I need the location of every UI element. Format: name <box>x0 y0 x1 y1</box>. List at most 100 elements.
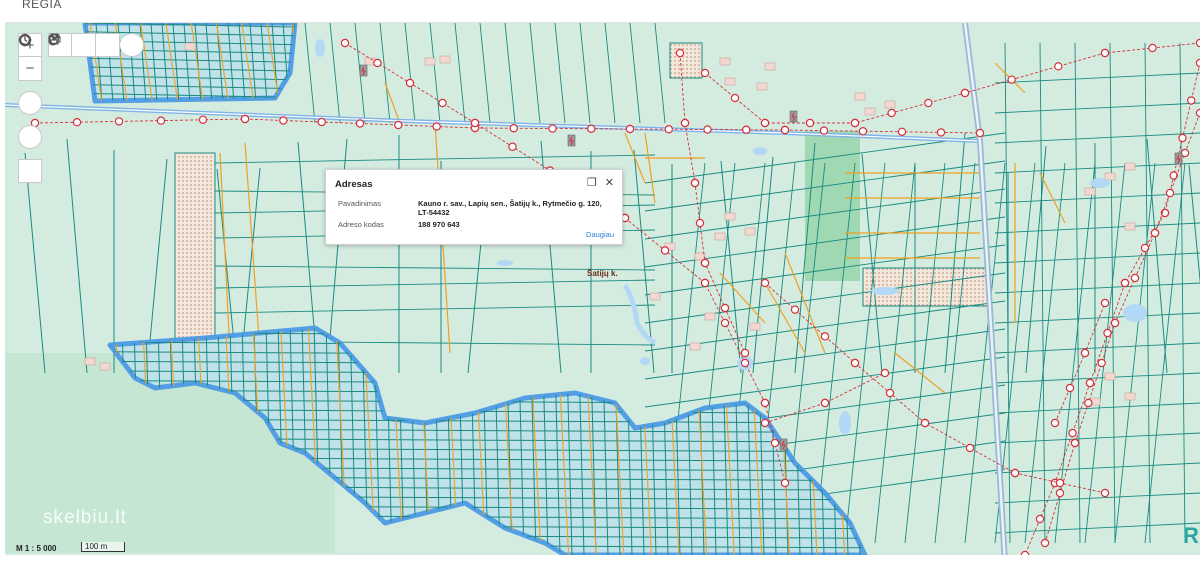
power-pole <box>1148 43 1157 53</box>
power-pole <box>1010 468 1020 478</box>
power-pole <box>850 358 860 368</box>
power-pole <box>405 78 415 88</box>
mouse-button[interactable] <box>48 33 96 57</box>
building <box>1124 392 1136 401</box>
building <box>184 42 196 51</box>
zoom-out-button[interactable]: − <box>18 57 42 81</box>
power-pole <box>887 108 896 118</box>
building <box>724 77 736 86</box>
power-pole <box>920 418 930 428</box>
pond <box>871 287 899 295</box>
power-pole <box>1084 398 1093 408</box>
name-value: Kauno r. sav., Lapių sen., Šatijų k., Ry… <box>418 199 602 217</box>
power-pole <box>438 98 447 108</box>
pond <box>497 260 513 266</box>
power-pole <box>742 125 751 134</box>
power-pole <box>1054 62 1063 71</box>
building <box>689 342 701 351</box>
power-pole <box>1110 318 1120 328</box>
power-pole <box>720 303 730 313</box>
power-pole <box>1100 298 1110 308</box>
power-pole <box>885 388 895 398</box>
building <box>854 92 866 101</box>
power-pole <box>760 418 770 428</box>
power-pole <box>740 358 750 368</box>
pond <box>640 357 650 365</box>
power-pole <box>680 118 690 128</box>
dotted-parcel <box>862 267 989 307</box>
share-button[interactable] <box>49 33 120 57</box>
close-icon[interactable]: ✕ <box>605 176 614 189</box>
power-pole <box>1065 383 1075 393</box>
power-pole <box>850 118 860 128</box>
history-button[interactable] <box>18 33 42 115</box>
building <box>764 62 776 71</box>
power-pole <box>700 68 710 78</box>
power-pole <box>1040 538 1050 548</box>
power-pole <box>760 278 770 288</box>
power-pole <box>279 116 288 125</box>
power-pole <box>820 332 830 341</box>
power-pole <box>858 126 868 136</box>
power-pole <box>780 125 790 135</box>
maximize-icon[interactable]: ❐ <box>587 176 597 189</box>
power-pole <box>1100 48 1110 58</box>
power-pole <box>780 478 790 488</box>
power-pole <box>198 115 208 125</box>
power-pole <box>72 117 82 127</box>
power-pole <box>1195 58 1200 68</box>
building <box>1084 187 1096 196</box>
pond <box>1123 304 1147 322</box>
building <box>714 232 726 241</box>
polygon-button[interactable] <box>18 34 42 183</box>
watermark: skelbiu.lt <box>43 507 127 528</box>
locate-button[interactable] <box>48 33 144 57</box>
power-pole <box>1050 418 1060 428</box>
power-pole <box>625 124 635 134</box>
more-link[interactable]: Daugiau <box>586 230 614 239</box>
building <box>99 362 111 371</box>
popup-controls: ❐ ✕ <box>587 176 614 189</box>
target-button[interactable] <box>18 33 42 149</box>
power-pole <box>470 118 480 128</box>
power-pole <box>1055 488 1065 498</box>
power-pole <box>790 305 800 314</box>
power-pole <box>240 114 250 124</box>
power-pole <box>1195 38 1200 48</box>
power-pole <box>805 118 815 128</box>
building <box>439 55 451 64</box>
power-pole <box>1070 438 1080 448</box>
power-pole <box>695 218 705 228</box>
power-pole <box>1055 478 1065 488</box>
power-pole <box>373 58 382 68</box>
power-pole <box>730 93 740 103</box>
building <box>756 82 768 91</box>
power-pole <box>114 117 124 126</box>
map-canvas[interactable] <box>5 23 1200 555</box>
power-pole <box>340 38 350 48</box>
power-pole <box>1130 273 1140 283</box>
address-code-label: Adreso kodas <box>338 220 384 229</box>
scale-bar: 100 m <box>81 542 125 552</box>
power-pole <box>760 118 770 128</box>
building <box>884 100 896 109</box>
building <box>1124 162 1136 171</box>
power-pole <box>156 116 166 125</box>
power-pole <box>740 348 750 358</box>
power-pole <box>690 178 700 188</box>
power-pole <box>720 318 730 328</box>
dotted-parcel <box>174 152 216 344</box>
power-pole <box>1103 328 1112 338</box>
map-tools-horizontal <box>48 33 144 57</box>
building <box>424 57 436 66</box>
power-pole <box>700 278 710 288</box>
brand-logo: R <box>1183 523 1199 548</box>
map-view[interactable]: + − Adresas ❐ ✕ Pavadinimas Kauno r. sav… <box>5 22 1200 555</box>
pond <box>753 147 767 155</box>
pond <box>315 39 325 57</box>
dotted-parcel <box>669 42 703 79</box>
building <box>649 292 661 301</box>
power-pole <box>819 126 829 135</box>
power-pole <box>700 258 710 268</box>
building <box>864 107 876 116</box>
